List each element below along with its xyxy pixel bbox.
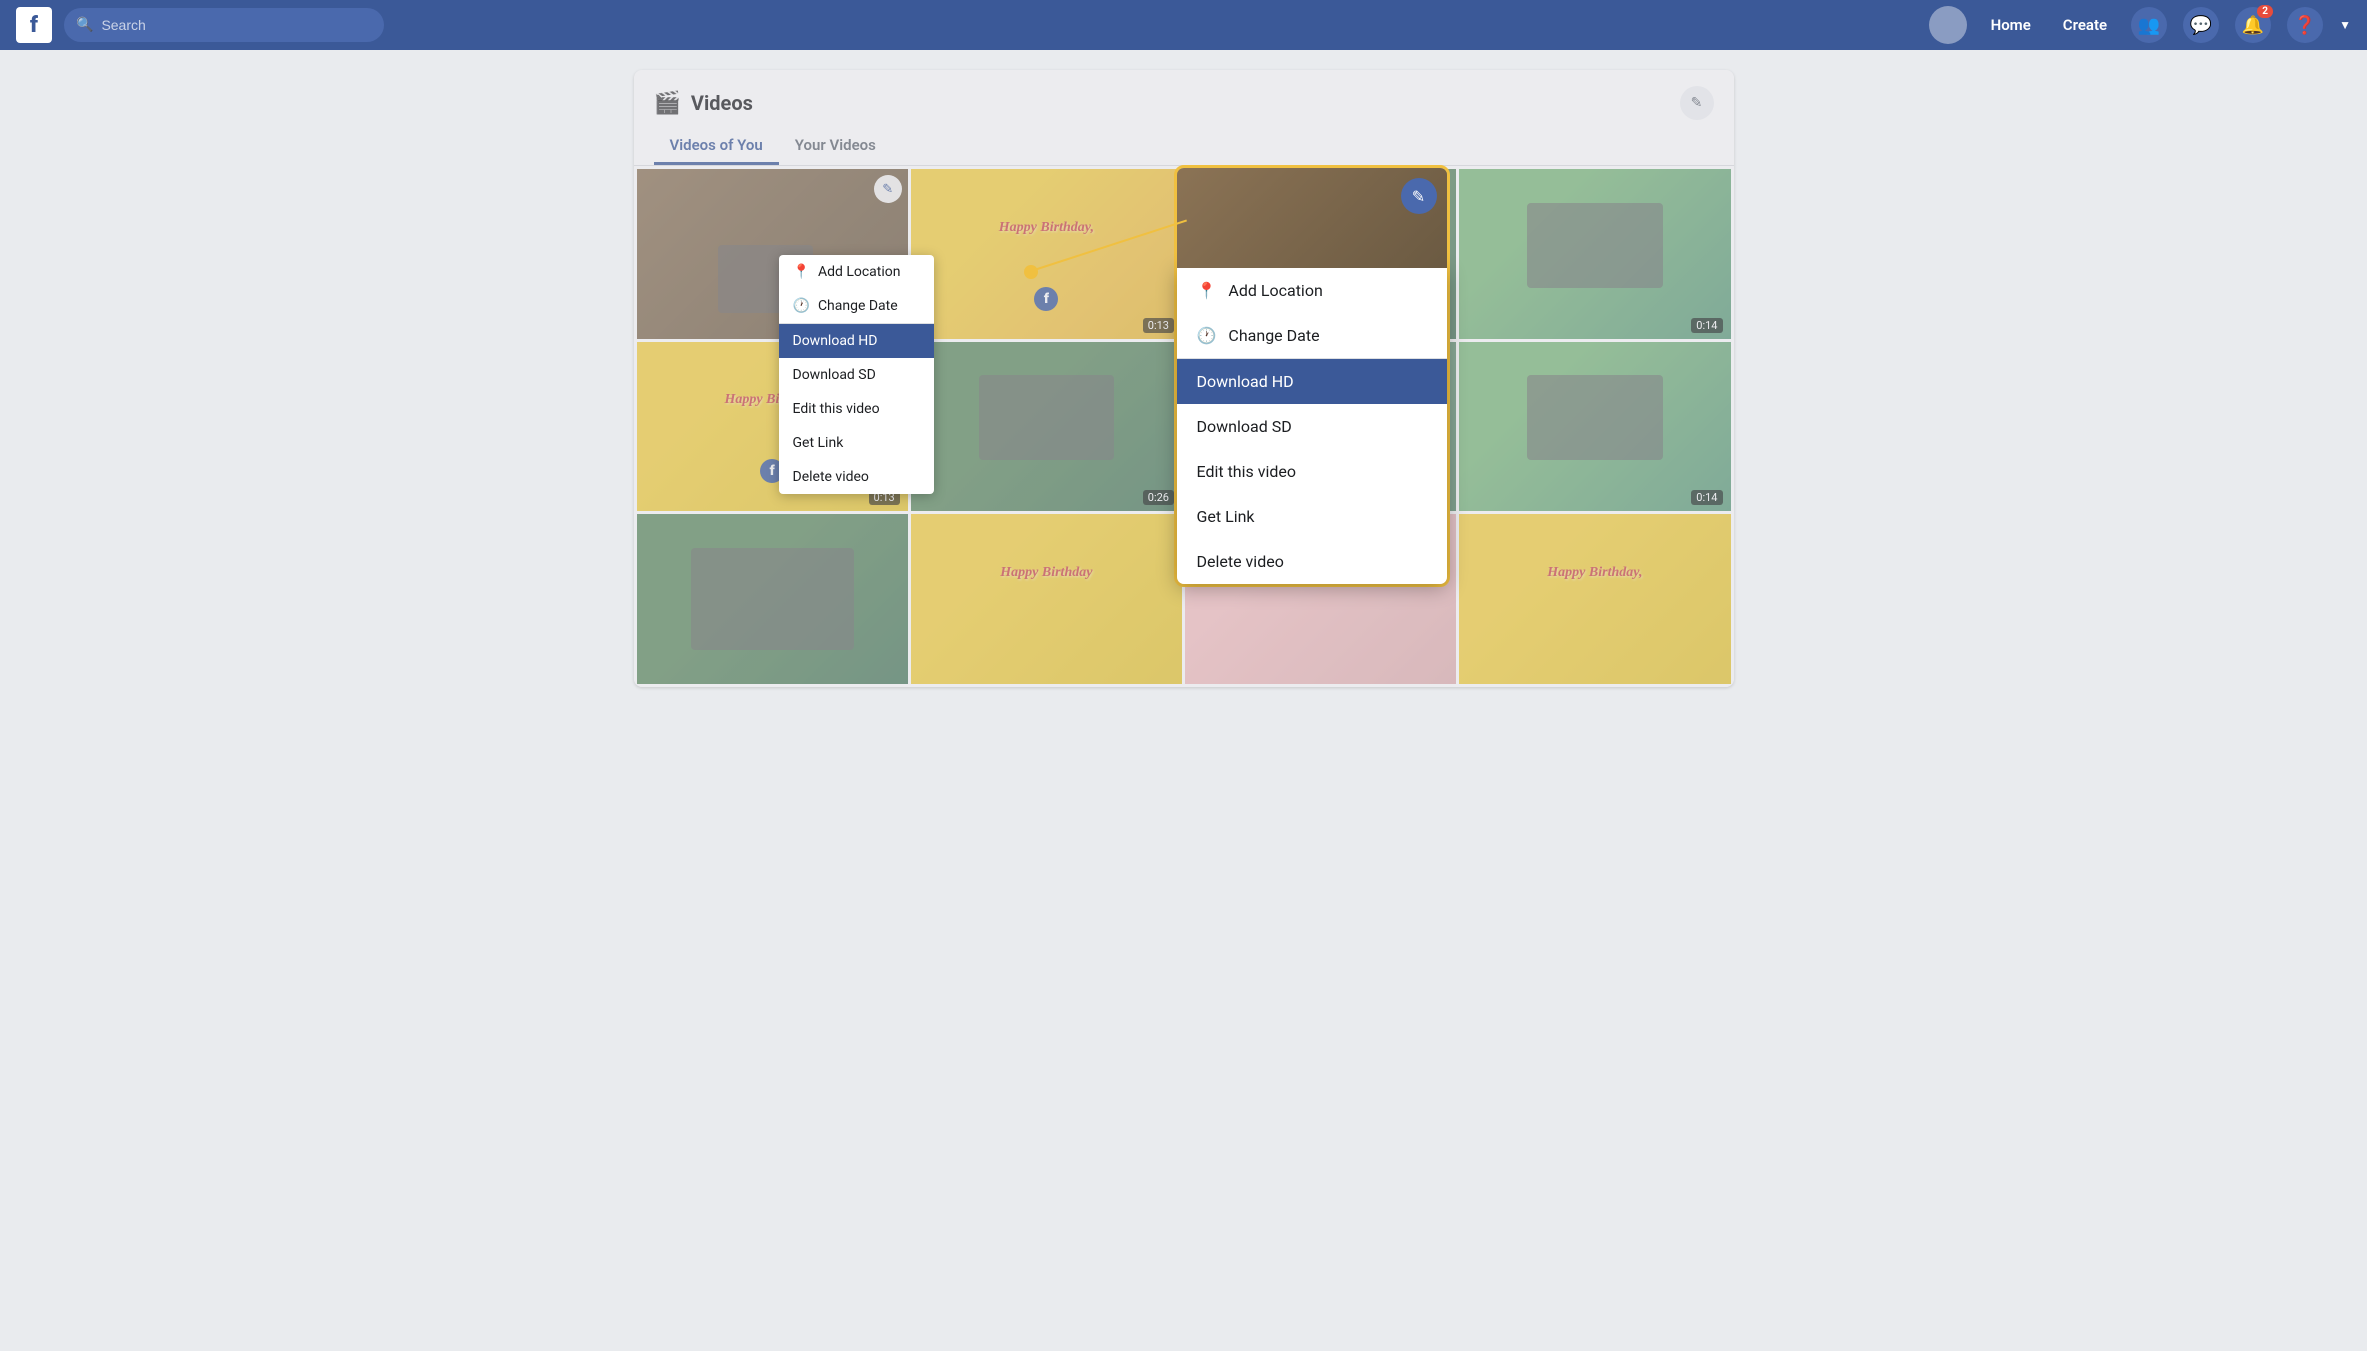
- videos-title: Videos: [691, 91, 1670, 115]
- tab-your-videos[interactable]: Your Videos: [779, 128, 892, 165]
- friends-icon: 👥: [2138, 15, 2160, 36]
- pencil-icon: ✎: [882, 182, 893, 197]
- videos-tabs: Videos of You Your Videos: [634, 120, 1734, 166]
- connector-dot: [1024, 265, 1038, 279]
- dropdown-small-download-sd[interactable]: Download SD: [779, 358, 934, 392]
- videos-header: 🎬 Videos ✎: [634, 70, 1734, 120]
- home-link[interactable]: Home: [1983, 12, 2039, 38]
- video-thumb-2[interactable]: Happy Birthday, f 0:13: [911, 169, 1182, 339]
- video-section-icon: 🎬: [654, 91, 681, 116]
- dropdown-small-edit-video[interactable]: Edit this video: [779, 392, 934, 426]
- create-link[interactable]: Create: [2055, 12, 2115, 38]
- tab-videos-of-you[interactable]: Videos of You: [654, 128, 779, 165]
- video-thumb-12[interactable]: Happy Birthday,: [1459, 514, 1730, 684]
- video-duration-2: 0:13: [1143, 318, 1174, 333]
- messenger-icon-btn[interactable]: 💬: [2183, 7, 2219, 43]
- video-duration-6: 0:26: [1143, 490, 1174, 505]
- video-duration-4: 0:14: [1691, 318, 1722, 333]
- video-edit-btn-1[interactable]: ✎: [874, 175, 902, 203]
- dropdown-large-add-location[interactable]: 📍 Add Location: [1177, 268, 1447, 313]
- avatar[interactable]: [1929, 6, 1967, 44]
- messenger-icon: 💬: [2190, 15, 2212, 36]
- search-icon: 🔍: [76, 17, 93, 33]
- notification-badge: 2: [2257, 5, 2273, 18]
- dropdown-large-delete-video[interactable]: Delete video: [1177, 539, 1447, 584]
- navbar: f 🔍 Home Create 👥 💬 🔔 2 ❓ ▼: [0, 0, 2367, 50]
- notifications-icon-btn[interactable]: 🔔 2: [2235, 7, 2271, 43]
- account-menu-caret[interactable]: ▼: [2339, 18, 2351, 32]
- pencil-icon-large: ✎: [1412, 187, 1425, 206]
- dropdown-highlight-border: ✎ 📍 Add Location 🕐 Change Date Download …: [1174, 165, 1450, 587]
- facebook-logo[interactable]: f: [16, 7, 52, 43]
- navbar-right: Home Create 👥 💬 🔔 2 ❓ ▼: [1929, 6, 2351, 44]
- location-icon: 📍: [793, 264, 810, 280]
- dropdown-small-change-date[interactable]: 🕐 Change Date: [779, 289, 934, 323]
- dropdown-edit-btn-large[interactable]: ✎: [1401, 178, 1437, 214]
- dropdown-small-download-hd[interactable]: Download HD: [779, 324, 934, 358]
- pencil-icon: ✎: [1691, 95, 1703, 111]
- video-thumb-10[interactable]: Happy Birthday: [911, 514, 1182, 684]
- friends-icon-btn[interactable]: 👥: [2131, 7, 2167, 43]
- question-icon: ❓: [2294, 15, 2316, 36]
- dropdown-large: 📍 Add Location 🕐 Change Date Download HD…: [1177, 268, 1447, 584]
- video-thumb-6[interactable]: 0:26: [911, 342, 1182, 512]
- main-container: 🎬 Videos ✎ Videos of You Your Videos ✎ H…: [634, 70, 1734, 687]
- dropdown-large-wrapper: ✎ 📍 Add Location 🕐 Change Date Download …: [1174, 165, 1450, 587]
- clock-icon: 🕐: [793, 298, 810, 314]
- dropdown-large-get-link[interactable]: Get Link: [1177, 494, 1447, 539]
- hb-text-10: Happy Birthday: [911, 565, 1182, 581]
- video-thumb-4[interactable]: 0:14: [1459, 169, 1730, 339]
- clock-icon-large: 🕐: [1197, 326, 1217, 345]
- dropdown-small-get-link[interactable]: Get Link: [779, 426, 934, 460]
- dropdown-small-add-location[interactable]: 📍 Add Location: [779, 255, 934, 289]
- dropdown-large-download-sd[interactable]: Download SD: [1177, 404, 1447, 449]
- video-duration-8: 0:14: [1691, 490, 1722, 505]
- search-input[interactable]: [101, 17, 372, 33]
- hb-text-12: Happy Birthday,: [1459, 565, 1730, 581]
- dropdown-large-download-hd[interactable]: Download HD: [1177, 359, 1447, 404]
- dropdown-small-delete-video[interactable]: Delete video: [779, 460, 934, 494]
- dropdown-small: 📍 Add Location 🕐 Change Date Download HD…: [779, 255, 934, 494]
- dropdown-video-header: ✎: [1177, 168, 1447, 268]
- dropdown-large-change-date[interactable]: 🕐 Change Date: [1177, 313, 1447, 358]
- video-thumb-8[interactable]: 0:14: [1459, 342, 1730, 512]
- fb-logo-2: f: [1034, 287, 1058, 311]
- dropdown-large-edit-video[interactable]: Edit this video: [1177, 449, 1447, 494]
- search-bar[interactable]: 🔍: [64, 8, 384, 42]
- help-icon-btn[interactable]: ❓: [2287, 7, 2323, 43]
- section-edit-button[interactable]: ✎: [1680, 86, 1714, 120]
- location-icon-large: 📍: [1197, 281, 1217, 300]
- video-thumb-9[interactable]: [637, 514, 908, 684]
